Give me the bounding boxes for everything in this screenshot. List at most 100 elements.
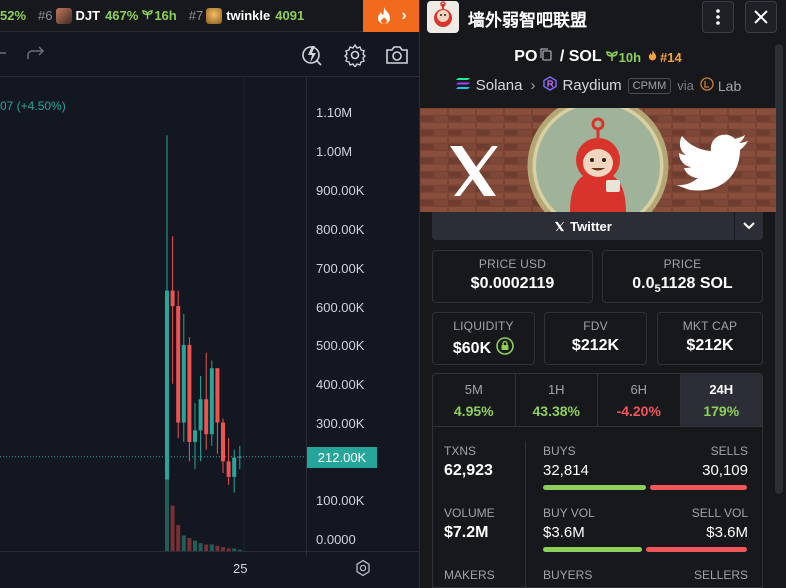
y-tick-label: 800.00K <box>316 222 365 237</box>
price-sol-rest: 1128 SOL <box>660 275 733 292</box>
twitter-link-button[interactable]: Twitter <box>432 212 735 240</box>
y-tick-label: 100.00K <box>316 493 365 508</box>
price-sol-box: PRICE 0.051128 SOL <box>602 250 763 303</box>
price-usd-box: PRICE USD $0.0002119 <box>432 250 593 303</box>
tab-5m[interactable]: 5M 4.95% <box>433 374 516 426</box>
y-tick-label: 700.00K <box>316 261 365 276</box>
settings-gear-icon[interactable] <box>343 43 367 72</box>
solana-icon <box>455 77 471 94</box>
buys-ratio-bar <box>543 485 646 490</box>
candle-body[interactable] <box>209 368 214 435</box>
trending-rank[interactable]: #14 <box>660 50 682 65</box>
timeframe-tabs: 5M 4.95% 1H 43.38% 6H -4.20% 24H 179% <box>432 373 763 427</box>
ticker-item[interactable]: #6 DJT 467% 16h <box>38 7 177 24</box>
price-usd-value: $0.0002119 <box>470 275 555 292</box>
candle-body[interactable] <box>198 399 203 431</box>
liquidity-value: $60K <box>452 339 492 357</box>
ticker-pct: 467% <box>105 8 139 23</box>
camera-icon[interactable] <box>384 43 410 72</box>
ticker-item[interactable]: #7 twinkle 4091 <box>188 7 305 24</box>
redo-icon[interactable] <box>26 45 46 68</box>
pair-title: PO / SOL 10h #14 <box>420 48 776 66</box>
ticker-item[interactable]: 52% <box>0 8 26 23</box>
candle-body[interactable] <box>193 430 197 442</box>
chart-toolbar <box>0 33 419 77</box>
tab-24h[interactable]: 24H 179% <box>680 374 762 426</box>
stats-divider <box>525 441 526 588</box>
lock-icon[interactable] <box>496 337 514 360</box>
dex-type-badge: CPMM <box>627 77 672 94</box>
pair-separator: / <box>555 48 569 65</box>
transaction-stats: TXNS 62,923 BUYS 32,814 SELLS 30,109 VOL… <box>432 427 763 588</box>
tab-1h[interactable]: 1H 43.38% <box>516 374 598 426</box>
y-tick-label: 300.00K <box>316 416 365 431</box>
current-price-tag: 212.00K <box>307 447 377 468</box>
candle-body[interactable] <box>187 344 192 442</box>
candle-body[interactable] <box>226 461 231 477</box>
buy-vol-value: $3.6M <box>543 524 585 541</box>
ticker-symbol: DJT <box>75 8 101 23</box>
makers-label: MAKERS <box>444 568 495 582</box>
y-tick-label: 900.00K <box>316 183 365 198</box>
chevron-right-icon: › <box>401 7 407 24</box>
ticker-rank: #7 <box>188 8 204 23</box>
fdv-box: FDV $212K <box>544 312 647 365</box>
candle-body[interactable] <box>170 290 175 307</box>
sells-ratio-bar <box>650 485 747 490</box>
sprout-icon <box>142 8 154 23</box>
trending-button[interactable]: › <box>363 0 419 32</box>
token-logo <box>427 1 459 33</box>
candle-body[interactable] <box>215 368 220 423</box>
tab-6h[interactable]: 6H -4.20% <box>598 374 681 426</box>
more-button[interactable] <box>702 1 734 33</box>
x-axis-border <box>0 551 419 552</box>
market-cap-label: MKT CAP <box>682 319 738 333</box>
panel-header: 墙外弱智吧联盟 <box>420 0 786 34</box>
scrollbar[interactable] <box>775 44 783 494</box>
ticker-pct: 4091 <box>275 8 305 23</box>
tab-label: 1H <box>547 382 565 397</box>
fdv-label: FDV <box>583 319 608 333</box>
tab-label: 5M <box>464 382 483 397</box>
liquidity-box: LIQUIDITY $60K <box>432 312 535 365</box>
candle-body[interactable] <box>204 399 209 435</box>
close-button[interactable] <box>745 1 777 33</box>
indicator-icon[interactable] <box>301 43 323 72</box>
candlestick-plot[interactable] <box>0 78 306 588</box>
chain-name[interactable]: Solana <box>476 77 523 94</box>
copy-icon[interactable] <box>540 48 553 66</box>
chart-settings-icon[interactable] <box>354 559 372 582</box>
volume-bar <box>187 538 192 551</box>
social-links: Twitter <box>432 212 763 240</box>
ticker-age: 16h <box>154 8 177 23</box>
ticker-symbol: twinkle <box>226 8 271 23</box>
y-tick-label: 0.0000 <box>316 532 356 547</box>
candle-body[interactable] <box>181 344 186 423</box>
candle-body[interactable] <box>232 457 237 477</box>
liquidity-label: LIQUIDITY <box>453 319 514 333</box>
volume-value: $7.2M <box>444 524 489 541</box>
price-sol-label: PRICE <box>663 257 702 271</box>
volume-bar <box>193 540 197 551</box>
candle-body[interactable] <box>165 290 169 501</box>
more-socials-button[interactable] <box>735 212 763 240</box>
token-avatar <box>206 7 223 24</box>
candle-body[interactable] <box>221 422 225 462</box>
ticker-rank: #6 <box>38 8 53 23</box>
tab-label: 24H <box>709 382 734 397</box>
token-name: 墙外弱智吧联盟 <box>468 11 587 30</box>
candle-body[interactable] <box>237 456 242 458</box>
y-tick-label: 1.00M <box>316 144 353 159</box>
market-cap-box: MKT CAP $212K <box>657 312 763 365</box>
lab-icon <box>700 76 714 95</box>
price-chart[interactable]: 07 (+4.50%) 1.10M 1.00M 900.00K 800.00K 700.… <box>0 33 419 588</box>
tab-change: 43.38% <box>532 403 580 419</box>
chevron-down-icon <box>743 222 755 230</box>
launchpad-name[interactable]: Lab <box>718 78 741 94</box>
undo-icon[interactable] <box>0 45 6 66</box>
y-tick-label: 600.00K <box>316 300 365 315</box>
candle-body[interactable] <box>176 306 181 423</box>
dex-name[interactable]: Raydium <box>562 77 621 94</box>
volume-label: VOLUME <box>444 506 495 520</box>
close-icon <box>754 10 768 24</box>
